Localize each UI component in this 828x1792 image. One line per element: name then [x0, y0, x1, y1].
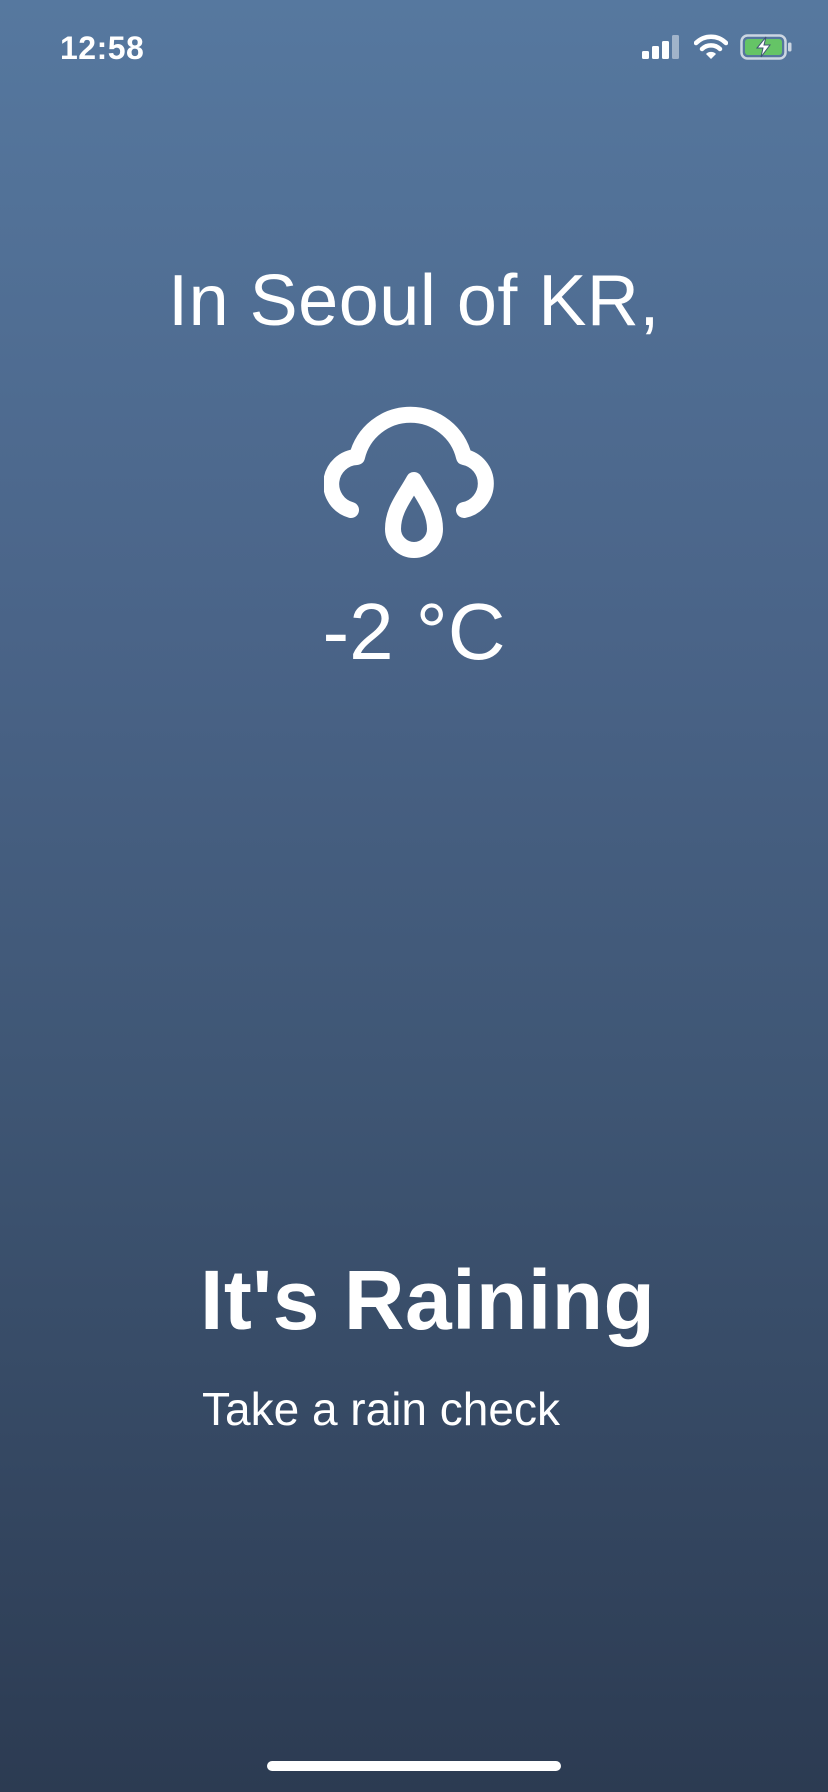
location-label: In Seoul of KR, [168, 261, 660, 341]
cellular-signal-icon [642, 35, 682, 59]
battery-charging-icon [740, 34, 794, 60]
weather-headline: It's Raining [200, 1253, 656, 1347]
status-time: 12:58 [60, 30, 145, 66]
status-icons [642, 34, 794, 60]
home-indicator[interactable] [267, 1761, 561, 1771]
weather-screen: 12:58 In Seoul of KR, -2 °C It's Raining… [0, 0, 828, 1792]
status-bar: 12:58 [0, 0, 828, 100]
weather-subtitle: Take a rain check [202, 1383, 560, 1435]
temperature-value: -2 °C [322, 587, 506, 676]
wifi-icon [694, 34, 728, 60]
rain-cloud-icon [324, 400, 504, 570]
